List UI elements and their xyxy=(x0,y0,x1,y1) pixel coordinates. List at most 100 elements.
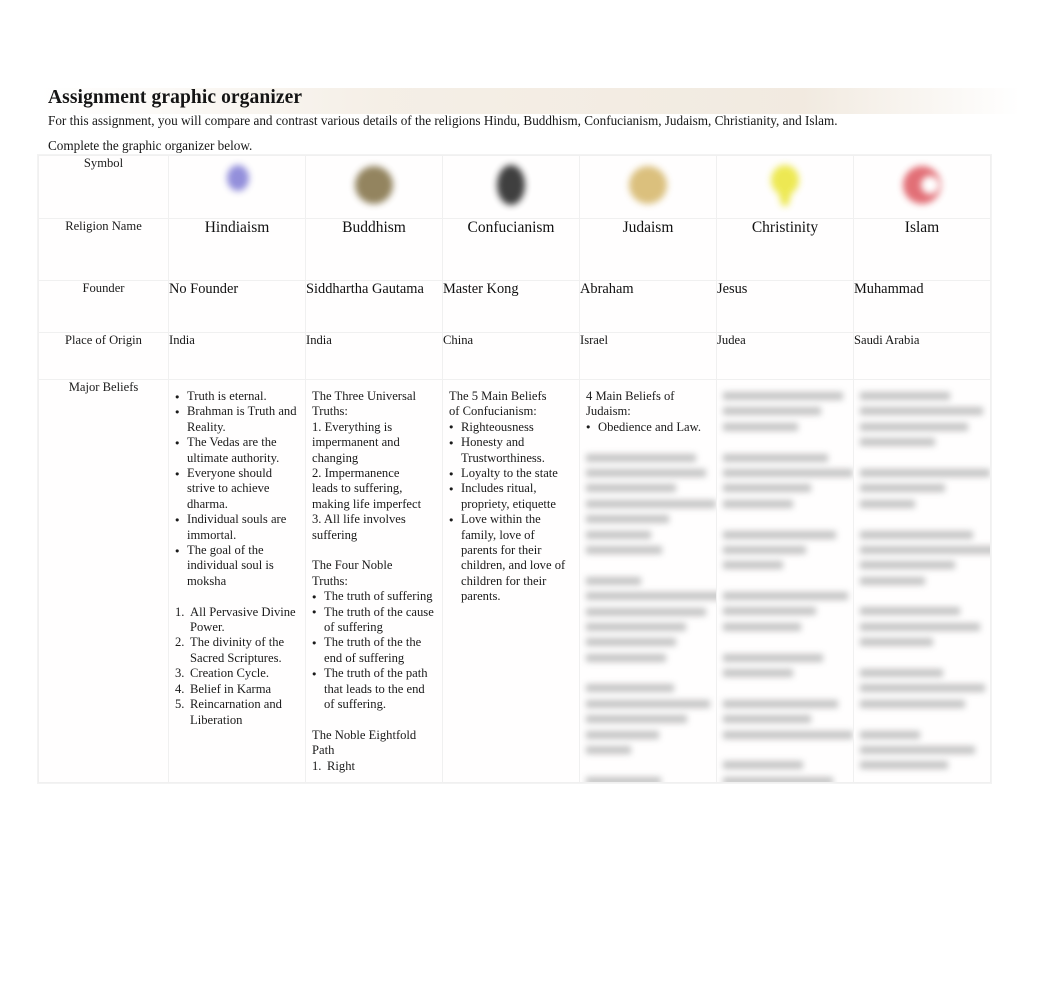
illegible-line xyxy=(723,604,848,619)
list-item: Obedience and Law. xyxy=(586,419,711,435)
illegible-text-run xyxy=(723,715,811,724)
illegible-line xyxy=(860,728,985,743)
illegible-line xyxy=(723,481,848,496)
list-item: All Pervasive Divine Power. xyxy=(175,604,296,635)
illegible-text-run xyxy=(723,699,838,708)
om-symbol-icon xyxy=(220,162,254,213)
illegible-text-run xyxy=(860,622,980,631)
table-row-place-of-origin: Place of Origin India India China Israel… xyxy=(38,332,991,380)
list-item: Reincarnation and Liberation xyxy=(175,697,282,727)
place-of-origin-value: China xyxy=(442,332,580,380)
illegible-line xyxy=(723,497,848,512)
illegible-text-run xyxy=(586,469,706,477)
symbol-slot-2 xyxy=(443,156,579,218)
symbol-slot-3 xyxy=(580,156,716,218)
list-item: Love within the family, love of parents … xyxy=(449,512,574,604)
illegible-line xyxy=(586,512,711,527)
list-item: The goal of the individual soul is moksh… xyxy=(175,543,300,589)
illegible-line xyxy=(860,743,985,758)
illegible-text-run xyxy=(723,669,793,678)
illegible-line xyxy=(860,574,985,589)
illegible-line xyxy=(860,635,985,650)
list-item: Belief in Karma xyxy=(175,681,272,698)
illegible-text-run xyxy=(586,653,666,662)
list-item: The truth of the path that leads to the … xyxy=(312,666,437,712)
illegible-text-run xyxy=(586,530,651,539)
illegible-line xyxy=(723,558,848,573)
founder-value: No Founder xyxy=(168,280,306,333)
illegible-text-run xyxy=(586,545,663,554)
list-item: Righteousness xyxy=(449,419,574,435)
illegible-text-run xyxy=(723,499,793,508)
illegible-text-run xyxy=(723,468,853,477)
illegible-line xyxy=(860,712,985,727)
illegible-text-run xyxy=(860,499,915,508)
illegible-text-run xyxy=(860,530,973,539)
belief-line: suffering xyxy=(312,527,358,542)
illegible-line xyxy=(586,728,711,743)
belief-line: of Confucianism: xyxy=(449,404,537,419)
illegible-line xyxy=(723,589,848,604)
illegible-line xyxy=(586,481,711,496)
illegible-line xyxy=(860,497,985,512)
table-row-major-beliefs: Major Beliefs Truth is eternal.Brahman i… xyxy=(38,379,991,783)
major-beliefs-cell: The Three Universal Truths: 1. Everything … xyxy=(305,379,443,783)
illegible-line xyxy=(723,697,848,712)
list-item: The truth of suffering xyxy=(312,589,437,605)
cross-icon xyxy=(766,162,804,213)
belief-line: 4 Main Beliefs of xyxy=(586,389,675,403)
row-label-religion-name: Religion Name xyxy=(38,218,169,281)
illegible-text-run xyxy=(860,638,933,647)
illegible-line xyxy=(586,681,711,696)
belief-bullet-list: RighteousnessHonesty and Trustworthiness… xyxy=(449,419,574,605)
illegible-line xyxy=(860,620,985,635)
symbol-slot-0 xyxy=(169,156,305,218)
illegible-line xyxy=(586,635,711,650)
illegible-text-run xyxy=(860,484,945,493)
illegible-line xyxy=(586,712,711,727)
illegible-text-run xyxy=(723,545,806,554)
list-item: Honesty and Trustworthiness. xyxy=(449,435,574,466)
beliefs-body-5 xyxy=(854,380,990,782)
illegible-line xyxy=(723,574,848,589)
illegible-line xyxy=(723,543,848,558)
symbol-cell xyxy=(305,155,443,219)
illegible-line xyxy=(860,774,985,782)
illegible-text-run xyxy=(860,669,943,678)
illegible-text-run xyxy=(586,607,706,616)
belief-line: impermanent and xyxy=(312,435,400,450)
place-of-origin-value: Saudi Arabia xyxy=(853,332,991,380)
beliefs-body-4 xyxy=(717,380,853,782)
place-of-origin-value: India xyxy=(305,332,443,380)
illegible-line xyxy=(860,558,985,573)
major-beliefs-cell: Truth is eternal.Brahman is Truth and Re… xyxy=(168,379,306,783)
illegible-line xyxy=(586,697,711,712)
symbol-cell xyxy=(168,155,306,219)
row-label-place-of-origin: Place of Origin xyxy=(38,332,169,380)
illegible-text-run xyxy=(723,653,823,662)
belief-line: Truths: xyxy=(312,404,348,419)
symbol-slot-4 xyxy=(717,156,853,218)
belief-line: The Four Noble xyxy=(312,558,393,573)
illegible-line xyxy=(586,758,711,773)
dharma-wheel-icon xyxy=(352,163,396,212)
belief-line: Path xyxy=(312,743,335,758)
illegible-text-run xyxy=(860,392,950,400)
row-label-founder: Founder xyxy=(38,280,169,333)
religion-name: Buddhism xyxy=(305,218,443,281)
belief-line: making life imperfect xyxy=(312,496,422,511)
illegible-text-run xyxy=(586,776,661,782)
illegible-line xyxy=(723,620,848,635)
illegible-text-run xyxy=(723,422,798,431)
illegible-line xyxy=(586,605,711,620)
founder-value: Abraham xyxy=(579,280,717,333)
illegible-text-run xyxy=(723,761,803,770)
illegible-line xyxy=(860,404,985,419)
illegible-text-run xyxy=(723,592,848,601)
illegible-line xyxy=(586,528,711,543)
illegible-text-run xyxy=(586,730,659,739)
belief-line: Truths: xyxy=(312,573,348,588)
table-row-symbol: Symbol xyxy=(38,155,991,219)
